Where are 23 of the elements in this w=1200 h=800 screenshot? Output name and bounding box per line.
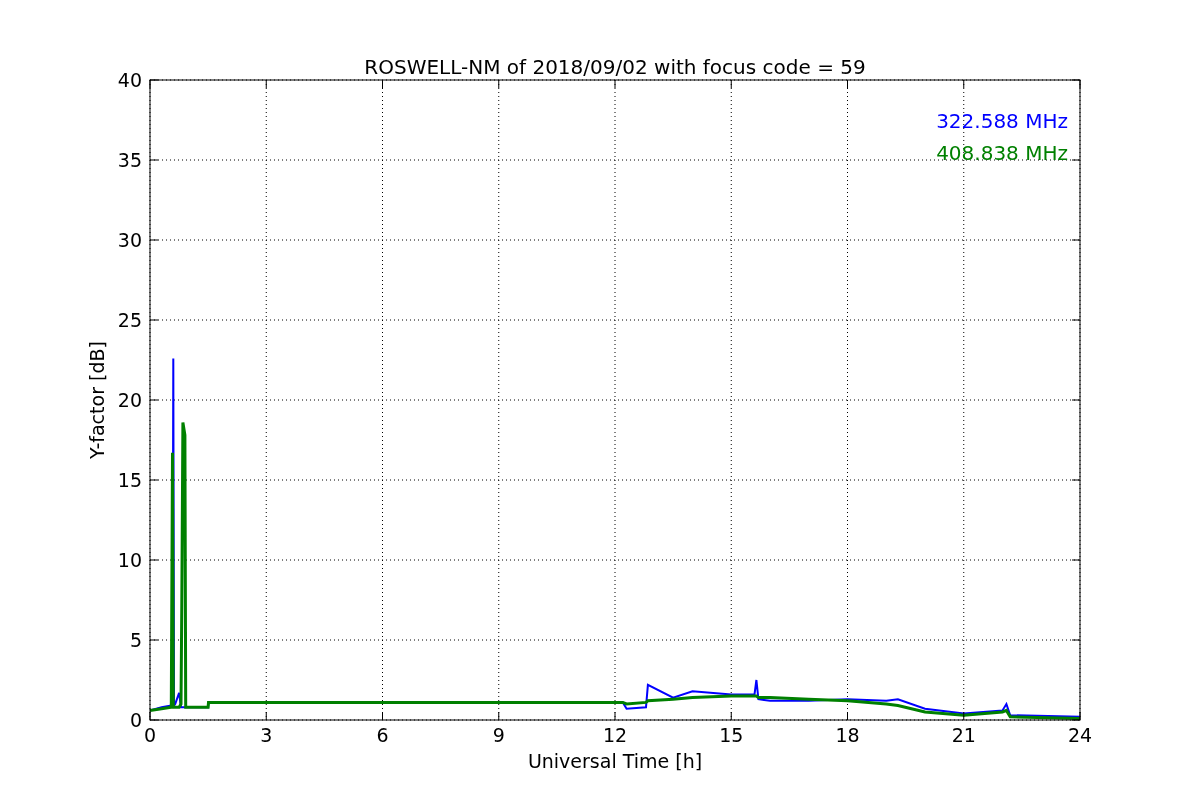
x-tick-label: 21 xyxy=(951,724,976,746)
y-tick-label: 30 xyxy=(117,229,142,251)
x-tick-label: 0 xyxy=(143,724,157,746)
y-tick-label: 20 xyxy=(117,389,142,411)
x-tick-label: 9 xyxy=(492,724,505,746)
y-tick-label: 40 xyxy=(117,69,142,91)
y-tick-label: 25 xyxy=(117,309,142,331)
x-tick-label: 6 xyxy=(376,724,389,746)
legend-label: 322.588 MHz xyxy=(936,109,1068,133)
x-tick-label: 12 xyxy=(602,724,628,746)
y-tick-label: 0 xyxy=(129,709,142,731)
x-tick-label: 18 xyxy=(835,724,860,746)
y-axis-label: Y-factor [dB] xyxy=(86,341,108,459)
x-tick-label: 3 xyxy=(260,724,273,746)
x-axis-label: Universal Time [h] xyxy=(527,750,703,772)
x-tick-label: 24 xyxy=(1067,724,1093,746)
chart-title: ROSWELL-NM of 2018/09/02 with focus code = 59 xyxy=(364,55,866,79)
y-tick-label: 35 xyxy=(117,149,142,171)
y-tick-label: 5 xyxy=(129,629,142,651)
y-tick-label: 10 xyxy=(117,549,142,571)
x-tick-label: 15 xyxy=(719,724,744,746)
y-tick-label: 15 xyxy=(117,469,142,491)
legend-label: 408.838 MHz xyxy=(936,141,1068,165)
